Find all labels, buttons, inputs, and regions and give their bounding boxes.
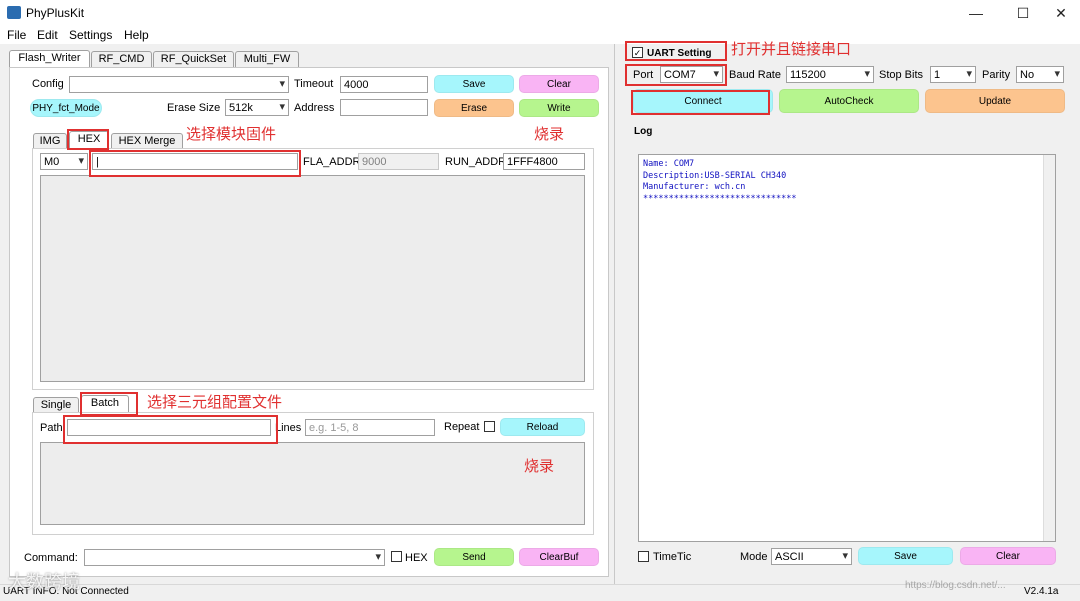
log-output[interactable]: Name: COM7 Description:USB-SERIAL CH340 … (638, 154, 1056, 542)
menu-edit[interactable]: Edit (37, 28, 58, 42)
run-addr-input[interactable]: 1FFF4800 (503, 153, 585, 170)
batch-content-area (40, 442, 585, 525)
clearbuf-button[interactable]: ClearBuf (519, 548, 599, 566)
tab-img[interactable]: IMG (33, 133, 67, 149)
reload-button[interactable]: Reload (500, 418, 585, 436)
minimize-icon[interactable]: — (965, 4, 987, 22)
baud-rate-label: Baud Rate (729, 69, 781, 81)
connect-highlight (631, 90, 770, 115)
watermark-url: https://blog.csdn.net/... (905, 580, 1006, 591)
app-icon (7, 6, 21, 19)
log-line: Manufacturer: wch.cn (643, 182, 746, 192)
config-clear-button[interactable]: Clear (519, 75, 599, 93)
log-scrollbar[interactable] (1043, 155, 1055, 541)
log-line: Name: COM7 (643, 159, 695, 169)
batch-tab-highlight (80, 392, 138, 416)
erase-button[interactable]: Erase (434, 99, 514, 117)
baud-rate-select[interactable]: 115200 (786, 66, 874, 83)
erase-size-label: Erase Size (167, 102, 221, 114)
log-title: Log (634, 126, 653, 137)
config-label: Config (32, 78, 64, 90)
version-label: V2.4.1a (1024, 586, 1059, 597)
repeat-label: Repeat (444, 421, 480, 433)
menu-bar (0, 26, 1080, 44)
update-button[interactable]: Update (925, 89, 1065, 113)
send-button[interactable]: Send (434, 548, 514, 566)
command-input[interactable] (84, 549, 385, 566)
tab-flash-writer[interactable]: Flash_Writer (9, 50, 90, 68)
tab-rf-cmd[interactable]: RF_CMD (91, 51, 152, 67)
maximize-icon[interactable]: ☐ (1012, 4, 1034, 22)
lines-label: Lines (275, 422, 302, 434)
tab-rf-quickset[interactable]: RF_QuickSet (153, 51, 234, 67)
menu-settings[interactable]: Settings (69, 28, 112, 42)
menu-help[interactable]: Help (124, 28, 149, 42)
log-save-button[interactable]: Save (858, 547, 953, 565)
tab-single[interactable]: Single (33, 397, 79, 413)
annotation-select-config: 选择三元组配置文件 (147, 394, 283, 411)
annotation-open-port: 打开并且链接串口 (731, 41, 852, 58)
timeout-label: Timeout (294, 78, 334, 90)
log-line: ****************************** (643, 193, 797, 204)
autocheck-button[interactable]: AutoCheck (779, 89, 919, 113)
annotation-select-firmware: 选择模块固件 (186, 126, 277, 143)
parity-label: Parity (982, 69, 1011, 81)
repeat-checkbox[interactable] (484, 421, 495, 432)
lines-input[interactable]: e.g. 1-5, 8 (305, 419, 435, 436)
run-addr-label: RUN_ADDR (445, 156, 507, 168)
stop-bits-select[interactable]: 1 (930, 66, 976, 83)
timetic-checkbox[interactable] (638, 551, 649, 562)
annotation-burn-1: 烧录 (534, 126, 565, 143)
log-line: Description:USB-SERIAL CH340 (643, 170, 787, 181)
title-bar (0, 0, 1080, 26)
uart-setting-highlight (625, 41, 727, 61)
address-label: Address (294, 102, 335, 114)
stop-bits-label: Stop Bits (879, 69, 924, 81)
mode-select[interactable]: M0 (40, 153, 88, 170)
port-highlight (625, 64, 727, 86)
erase-size-select[interactable]: 512k (225, 99, 289, 116)
batch-path-highlight (63, 415, 278, 444)
fla-addr-label: FLA_ADDR (303, 156, 361, 168)
address-input[interactable] (340, 99, 428, 116)
tab-multi-fw[interactable]: Multi_FW (235, 51, 299, 67)
mode-label: Mode (740, 551, 768, 563)
window-title: PhyPlusKit (26, 6, 85, 20)
menu-file[interactable]: File (7, 28, 26, 42)
hex-checkbox-label: HEX (405, 552, 428, 564)
fla-addr-input[interactable]: 9000 (358, 153, 439, 170)
timetic-label: TimeTic (653, 551, 692, 563)
config-save-button[interactable]: Save (434, 75, 514, 93)
phy-fct-mode-badge[interactable]: PHY_fct_Mode (30, 99, 102, 117)
tab-hex-merge[interactable]: HEX Merge (111, 133, 183, 149)
parity-select[interactable]: No (1016, 66, 1064, 83)
write-button[interactable]: Write (519, 99, 599, 117)
hex-content-area (40, 175, 585, 382)
mode-select-ascii[interactable]: ASCII (771, 548, 852, 565)
panel-divider (614, 44, 615, 584)
hex-path-highlight (89, 150, 301, 177)
timeout-input[interactable]: 4000 (340, 76, 428, 93)
path-label: Path (40, 422, 63, 434)
annotation-burn-2: 烧录 (524, 458, 555, 475)
hex-tab-highlight (67, 129, 109, 150)
watermark-logo: 大数跨境 (8, 572, 80, 592)
hex-checkbox[interactable] (391, 551, 402, 562)
log-clear-button[interactable]: Clear (960, 547, 1056, 565)
close-icon[interactable]: ✕ (1050, 4, 1072, 22)
command-label: Command: (24, 552, 78, 564)
config-select[interactable] (69, 76, 289, 93)
